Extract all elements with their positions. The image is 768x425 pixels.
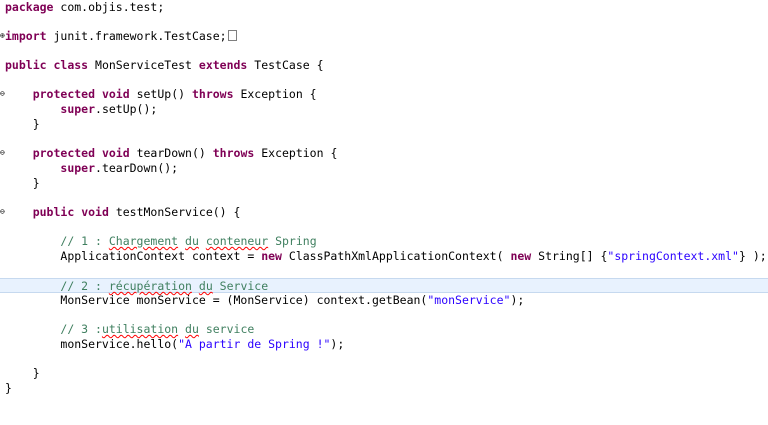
close-brace: } [32,117,40,131]
keyword-package: package [5,0,54,14]
class-name: MonServiceTest [88,58,199,72]
setup-signature: setUp() [129,87,192,101]
keyword-import: import [5,29,47,43]
keyword-super: super [60,102,96,116]
keyword-void: void [101,87,130,101]
keyword-super: super [60,161,96,175]
string-hello: "A partir de Spring !" [178,337,331,351]
keyword-protected: protected [32,146,96,160]
teardown-signature: tearDown() [129,146,213,160]
code-editor[interactable]: package com.objis.test; ⊕ import junit.f… [0,0,768,401]
string-mon-service: "monService" [427,293,511,307]
bean-end: ); [510,293,525,307]
test-signature: testMonService() { [108,205,241,219]
keyword-extends: extends [198,58,248,72]
collapsed-block-icon[interactable] [227,30,237,41]
context-declaration: ApplicationContext context = [60,249,262,263]
code-line-18: ApplicationContext context = new ClassPa… [0,249,768,264]
keyword-class: class [53,58,89,72]
code-line-26: } [0,366,768,381]
context-end: } ); [738,249,767,263]
package-name: com.objis.test; [53,0,165,14]
keyword-void: void [81,205,109,219]
keyword-new: new [261,249,282,263]
keyword-void: void [101,146,130,160]
keyword-public: public [5,58,47,72]
fold-marker-icon[interactable]: ⊖ [0,149,5,157]
exception-brace: Exception { [254,146,338,160]
code-line-9: } [0,117,768,132]
code-line-11: ⊖ protected void tearDown() throws Excep… [0,146,768,161]
close-brace: } [32,176,40,190]
code-line-13: } [0,176,768,191]
code-line-12: super.tearDown(); [0,161,768,176]
bean-declaration: MonService monService = (MonService) con… [60,293,428,307]
code-line-17: // 1 : Chargement du conteneur Spring [0,234,768,249]
keyword-public: public [32,205,75,219]
code-line-1: package com.objis.test; [0,0,768,15]
fold-marker-icon[interactable]: ⊖ [0,208,5,216]
hello-call: monService.hello( [60,337,179,351]
keyword-throws: throws [191,87,234,101]
keyword-protected: protected [32,87,96,101]
comment-2: // 2 : récupération du Service [60,279,269,293]
code-line-5: public class MonServiceTest extends Test… [0,58,768,73]
code-line-21: MonService monService = (MonService) con… [0,293,768,308]
hello-end: ); [330,337,345,351]
close-brace: } [32,366,40,380]
string-spring-xml: "springContext.xml" [607,249,739,263]
exception-brace: Exception { [233,87,317,101]
context-class: ClassPathXmlApplicationContext( [281,249,511,263]
keyword-new: new [510,249,532,263]
code-line-7: ⊖ protected void setUp() throws Exceptio… [0,87,768,102]
teardown-call: .tearDown(); [95,161,179,175]
string-array: String[] { [531,249,608,263]
code-line-3: ⊕ import junit.framework.TestCase; [0,29,768,44]
extends-rest: TestCase { [247,58,324,72]
code-line-27: } [0,381,768,396]
fold-marker-icon[interactable]: ⊖ [0,90,5,98]
comment-1: // 1 : Chargement du conteneur Spring [60,234,317,248]
code-line-15: ⊖ public void testMonService() { [0,205,768,220]
comment-3: // 3 :utilisation du service [60,322,255,336]
keyword-throws: throws [212,146,255,160]
code-line-23: // 3 :utilisation du service [0,322,768,337]
code-line-24: monService.hello("A partir de Spring !")… [0,337,768,352]
code-line-8: super.setUp(); [0,102,768,117]
code-line-20-current[interactable]: // 2 : récupération du Service [0,278,768,293]
import-name: junit.framework.TestCase; [46,29,227,43]
close-brace: } [5,381,12,395]
setup-call: .setUp(); [95,102,158,116]
fold-marker-icon[interactable]: ⊕ [0,32,5,40]
